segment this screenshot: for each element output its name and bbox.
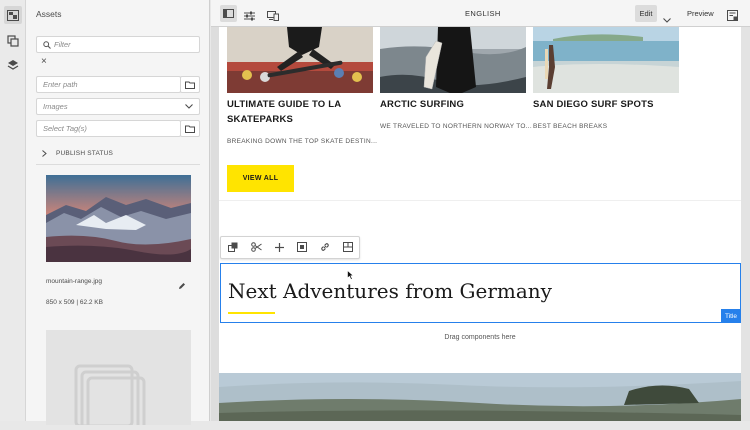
layout-icon[interactable] — [337, 237, 359, 257]
card-title-san-diego[interactable]: SAN DIEGO SURF SPOTS — [533, 97, 654, 112]
filter-input[interactable]: Filter — [36, 36, 200, 53]
page-properties-icon[interactable] — [244, 8, 255, 26]
vertical-scrollbar[interactable] — [741, 27, 750, 421]
asset-name: mountain-range.jpg — [46, 278, 103, 285]
tags-placeholder: Select Tag(s) — [43, 124, 87, 133]
hero-image[interactable] — [219, 373, 741, 421]
folder-icon — [185, 81, 195, 89]
component-type-badge: Title — [721, 309, 741, 323]
heading-underline — [228, 312, 275, 314]
drop-zone[interactable]: Drag components here — [219, 323, 741, 351]
section-divider — [219, 200, 741, 201]
panel-title: Assets — [36, 9, 62, 19]
page-canvas: ULTIMATE GUIDE TO LA SKATEPARKS BREAKING… — [219, 27, 741, 421]
assets-panel-icon[interactable] — [4, 6, 22, 24]
folder-icon — [185, 125, 195, 133]
link-icon[interactable] — [314, 237, 336, 257]
section-heading[interactable]: Next Adventures from Germany — [228, 279, 552, 303]
asset-thumbnail[interactable] — [46, 175, 191, 262]
edit-pencil-icon[interactable] — [178, 277, 186, 295]
language-label: ENGLISH — [465, 9, 501, 18]
card-image-skateparks[interactable] — [227, 27, 373, 93]
emulator-icon[interactable] — [267, 8, 279, 26]
card-title-line: ULTIMATE GUIDE TO LA — [227, 99, 342, 110]
asset-type-value: Images — [43, 102, 68, 111]
layers-icon[interactable] — [4, 56, 22, 74]
edit-mode-button[interactable]: Edit — [635, 5, 657, 22]
card-title-line: ARCTIC SURFING — [380, 99, 465, 110]
card-title-line: SKATEPARKS — [227, 114, 294, 125]
path-placeholder: Enter path — [43, 80, 78, 89]
component-toolbar — [220, 236, 360, 259]
configure-icon[interactable] — [222, 237, 244, 257]
clear-filter-icon[interactable]: × — [41, 56, 47, 67]
asset-placeholder-thumbnail[interactable] — [46, 330, 191, 430]
card-image-san-diego[interactable] — [533, 27, 679, 93]
chevron-down-icon[interactable] — [663, 10, 671, 28]
publish-status-toggle[interactable]: PUBLISH STATUS — [42, 150, 113, 157]
card-title-arctic-surfing[interactable]: ARCTIC SURFING — [380, 97, 464, 112]
view-all-button[interactable]: VIEW ALL — [227, 165, 294, 192]
preview-button[interactable]: Preview — [687, 9, 714, 18]
search-icon — [43, 40, 51, 49]
chevron-right-icon — [42, 150, 47, 157]
card-title-line: SAN DIEGO SURF SPOTS — [533, 99, 654, 110]
tags-input[interactable]: Select Tag(s) — [36, 120, 181, 137]
annotations-icon[interactable] — [727, 8, 738, 26]
select-parent-icon[interactable] — [291, 237, 313, 257]
card-description-skateparks: BREAKING DOWN THE TOP SKATE DESTIN... — [227, 138, 378, 145]
path-input[interactable]: Enter path — [36, 76, 181, 93]
card-description-arctic-surfing: WE TRAVELED TO NORTHERN NORWAY TO... — [380, 123, 533, 130]
card-description-san-diego: BEST BEACH BREAKS — [533, 123, 608, 130]
divider — [36, 164, 200, 165]
filter-placeholder: Filter — [54, 40, 71, 49]
asset-type-select[interactable]: Images — [36, 98, 200, 115]
browse-path-button[interactable] — [180, 76, 200, 93]
side-rail — [0, 0, 26, 421]
browse-tags-button[interactable] — [180, 120, 200, 137]
add-icon[interactable] — [268, 237, 290, 257]
components-icon[interactable] — [4, 32, 22, 50]
image-stack-icon — [74, 364, 146, 430]
assets-panel: Assets Filter × Enter path Images Select… — [26, 0, 210, 430]
toggle-side-panel-icon[interactable] — [220, 5, 237, 22]
cut-icon[interactable] — [245, 237, 267, 257]
canvas-gutter — [211, 27, 219, 421]
editor-toolbar: ENGLISH Edit Preview — [211, 0, 750, 27]
card-image-arctic-surfing[interactable] — [380, 27, 526, 93]
publish-status-label: PUBLISH STATUS — [56, 150, 114, 157]
chevron-down-icon — [185, 104, 193, 109]
asset-meta: 850 x 509 | 62.2 KB — [46, 299, 103, 306]
card-title-skateparks[interactable]: ULTIMATE GUIDE TO LA SKATEPARKS — [227, 97, 341, 127]
title-component[interactable]: Next Adventures from Germany Title — [220, 263, 741, 323]
